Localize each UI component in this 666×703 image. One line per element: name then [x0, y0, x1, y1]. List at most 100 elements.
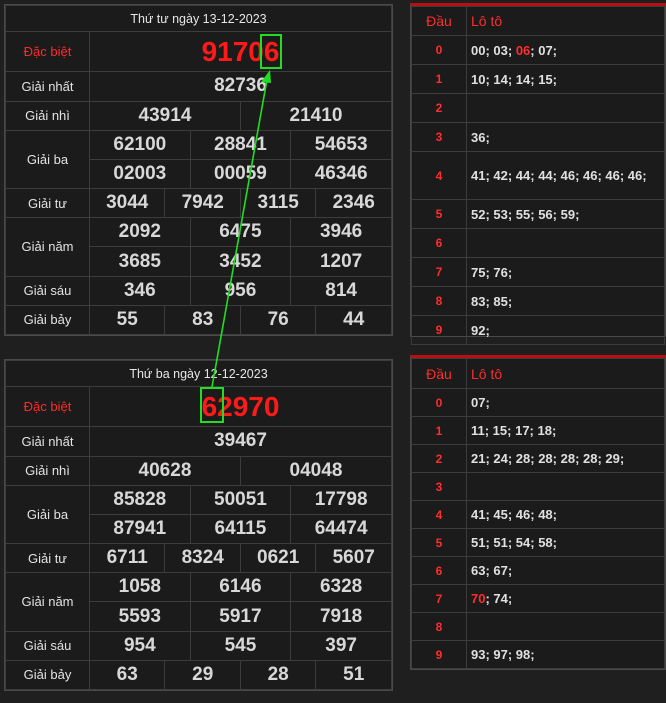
loto-head: 2: [411, 93, 467, 123]
loto-head: 7: [411, 584, 467, 613]
label-sixth-prize: Giải sáu: [5, 275, 90, 306]
fifth-prize-number: 6475: [189, 217, 292, 248]
special-prize-number: 91706: [89, 31, 392, 73]
loto-table-1: Đầu Lô tô 0 00; 03; 06; 07; 1 10; 14; 14; …: [410, 3, 666, 345]
seventh-prize-number: 44: [315, 304, 392, 336]
loto-head: 0: [411, 35, 467, 65]
fifth-prize-number: 5917: [189, 601, 292, 632]
loto-values: 41; 45; 46; 48;: [466, 500, 665, 529]
loto-head: 6: [411, 228, 467, 258]
label-special-prize: Đặc biệt: [5, 386, 90, 428]
loto-head: 1: [411, 416, 467, 445]
label-third-prize: Giải ba: [5, 484, 90, 545]
loto-values: [466, 612, 665, 641]
loto-values: 00; 03; 06; 07;: [466, 35, 665, 65]
fifth-prize-number: 6146: [189, 572, 292, 603]
loto-values: 92;: [466, 315, 665, 345]
fifth-prize-number: 3685: [89, 246, 191, 277]
third-prize-number: 46346: [290, 158, 392, 190]
third-prize-number: 00059: [189, 158, 292, 190]
fifth-prize-number: 5593: [89, 601, 191, 632]
label-seventh-prize: Giải bảy: [5, 659, 90, 691]
seventh-prize-number: 55: [88, 304, 166, 336]
third-prize-number: 54653: [290, 129, 392, 160]
seventh-prize-number: 29: [164, 659, 241, 691]
date-title: Thứ tư ngày 13-12-2023: [5, 4, 392, 33]
label-sixth-prize: Giải sáu: [5, 630, 90, 661]
fourth-prize-number: 0621: [239, 543, 317, 574]
loto-values: 36;: [466, 122, 665, 152]
fourth-prize-number: 6711: [88, 543, 166, 574]
third-prize-number: 62100: [89, 129, 191, 160]
loto-head: 4: [411, 151, 467, 200]
seventh-prize-number: 63: [88, 659, 166, 691]
loto-table-2: Đầu Lô tô 0 07; 1 11; 15; 17; 18; 2 21; 24;…: [410, 355, 666, 670]
loto-head: 4: [411, 500, 467, 529]
loto-values: 41; 42; 44; 44; 46; 46; 46; 46;: [466, 151, 665, 200]
fifth-prize-number: 3452: [189, 246, 292, 277]
loto-label: Lô tô: [466, 358, 665, 389]
loto-head: 9: [411, 640, 467, 669]
fourth-prize-number: 3115: [239, 188, 317, 219]
date-title: Thứ ba ngày 12-12-2023: [5, 359, 392, 388]
loto-head-label: Đầu: [411, 358, 467, 389]
loto-values: 07;: [466, 388, 665, 417]
fifth-prize-number: 6328: [290, 572, 392, 603]
loto-highlight: 70: [471, 591, 486, 606]
loto-values: 75; 76;: [466, 257, 665, 287]
label-second-prize: Giải nhì: [5, 455, 90, 486]
loto-head: 2: [411, 444, 467, 473]
fourth-prize-number: 5607: [315, 543, 392, 574]
seventh-prize-number: 83: [164, 304, 241, 336]
second-prize-number: 21410: [239, 100, 393, 131]
sixth-prize-number: 545: [189, 630, 292, 661]
loto-head: 3: [411, 472, 467, 501]
special-prize-number: 62970: [89, 386, 392, 428]
fifth-prize-number: 7918: [290, 601, 392, 632]
loto-values: [466, 472, 665, 501]
result-table-2: Thứ ba ngày 12-12-2023 Đặc biệt 62970 Gi…: [4, 359, 393, 691]
loto-values: [466, 93, 665, 123]
fifth-prize-number: 1207: [290, 246, 392, 277]
loto-values: 63; 67;: [466, 556, 665, 585]
label-fourth-prize: Giải tư: [5, 543, 90, 574]
loto-values: 70; 74;: [466, 584, 665, 613]
fifth-prize-number: 2092: [89, 217, 191, 248]
loto-values: 93; 97; 98;: [466, 640, 665, 669]
third-prize-number: 02003: [89, 158, 191, 190]
loto-head: 7: [411, 257, 467, 287]
third-prize-number: 64474: [290, 513, 392, 545]
fifth-prize-number: 3946: [290, 217, 392, 248]
fifth-prize-number: 1058: [89, 572, 191, 603]
second-prize-number: 40628: [89, 455, 241, 486]
third-prize-number: 64115: [189, 513, 292, 545]
loto-label: Lô tô: [466, 6, 665, 36]
loto-values: 10; 14; 14; 15;: [466, 64, 665, 94]
second-prize-number: 04048: [239, 455, 393, 486]
third-prize-number: 87941: [89, 513, 191, 545]
loto-head: 8: [411, 612, 467, 641]
loto-head-label: Đầu: [411, 6, 467, 36]
loto-values: [466, 228, 665, 258]
label-fifth-prize: Giải năm: [5, 217, 90, 277]
loto-head: 5: [411, 528, 467, 557]
seventh-prize-number: 51: [315, 659, 392, 691]
loto-values: 52; 53; 55; 56; 59;: [466, 199, 665, 229]
loto-head: 3: [411, 122, 467, 152]
loto-values: 51; 51; 54; 58;: [466, 528, 665, 557]
loto-head: 6: [411, 556, 467, 585]
seventh-prize-number: 28: [239, 659, 317, 691]
loto-head: 0: [411, 388, 467, 417]
fourth-prize-number: 3044: [88, 188, 166, 219]
second-prize-number: 43914: [89, 100, 241, 131]
loto-values: 11; 15; 17; 18;: [466, 416, 665, 445]
label-second-prize: Giải nhì: [5, 100, 90, 131]
result-table-1: Thứ tư ngày 13-12-2023 Đặc biệt 91706 Gi…: [4, 4, 393, 336]
sixth-prize-number: 814: [290, 275, 392, 306]
label-third-prize: Giải ba: [5, 129, 90, 190]
loto-values: 21; 24; 28; 28; 28; 28; 29;: [466, 444, 665, 473]
label-special-prize: Đặc biệt: [5, 31, 90, 73]
label-first-prize: Giải nhất: [5, 426, 90, 457]
third-prize-number: 28841: [189, 129, 292, 160]
fourth-prize-number: 2346: [315, 188, 392, 219]
